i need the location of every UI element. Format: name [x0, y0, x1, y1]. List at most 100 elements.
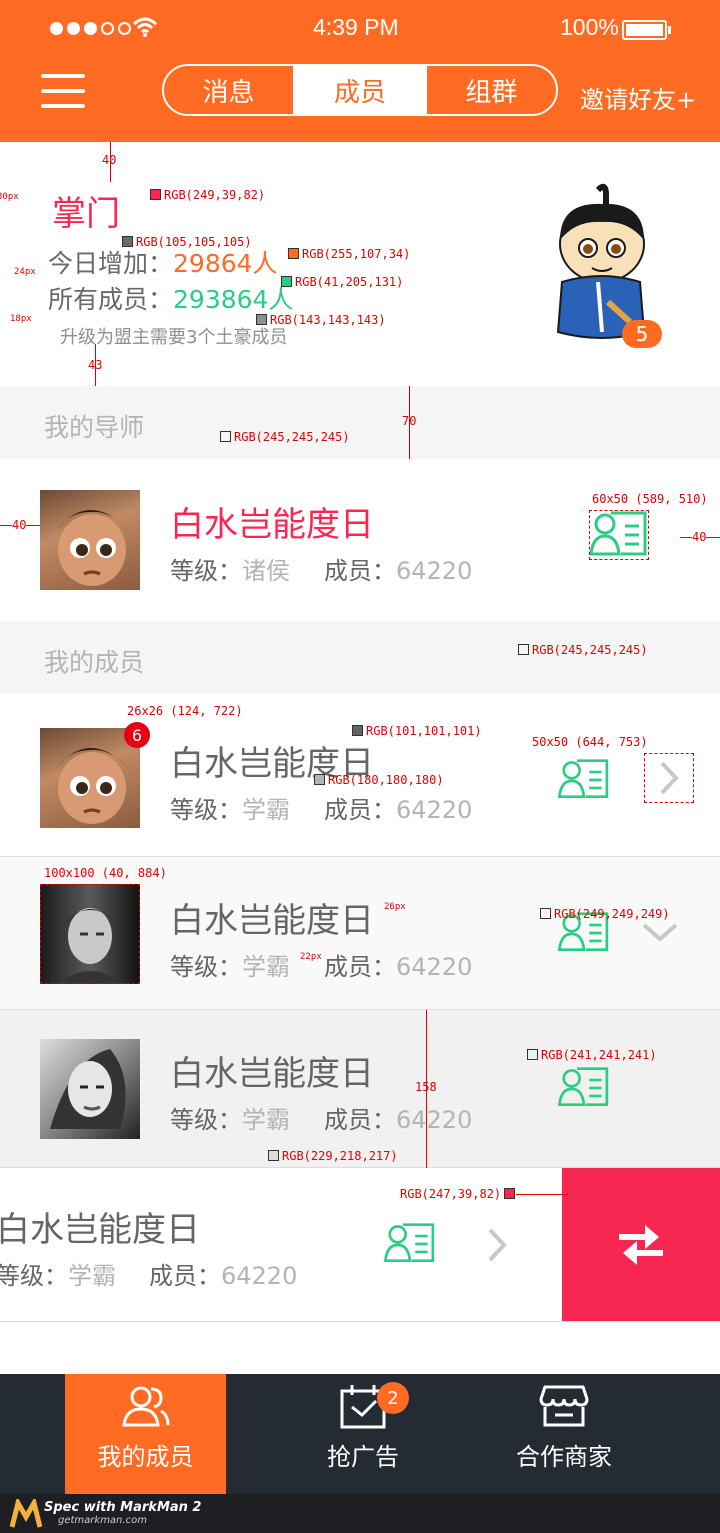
profile-section: 掌门 今日增加：29864人 所有成员：293864人 升级为盟主需要3个土豪成…	[0, 142, 720, 386]
annotation: 18px	[10, 314, 32, 324]
today-value: 29864人	[173, 249, 278, 278]
swap-icon	[619, 1224, 663, 1265]
bottom-tab-bar: 我的成员 抢广告 2 合作商家	[0, 1374, 720, 1494]
member-count-value: 64220	[221, 1262, 298, 1290]
battery-icon	[622, 20, 667, 40]
chevron-down-icon[interactable]	[640, 917, 680, 947]
members-section-title: 我的成员	[44, 648, 145, 677]
mentor-name: 白水岂能度日	[170, 505, 374, 545]
members-icon	[121, 1386, 169, 1427]
mentor-members-label: 成员：	[324, 557, 396, 585]
annotation: 40	[102, 153, 117, 167]
tab-label: 我的成员	[97, 1443, 194, 1471]
annotation: 24px	[14, 267, 36, 277]
member-count-label: 成员：	[324, 953, 396, 981]
annotation: RGB(105,105,105)	[136, 235, 252, 249]
today-label: 今日增加：	[48, 249, 174, 278]
annotation: 70	[402, 414, 417, 428]
annotation: 30px	[0, 192, 19, 202]
segmented-tabs: 消息 成员 组群	[162, 64, 558, 116]
member-level-label: 等级：	[170, 1106, 242, 1134]
role-title: 掌门	[52, 194, 120, 234]
annotation: RGB(41,205,131)	[295, 275, 404, 289]
mentor-members-value: 64220	[396, 557, 473, 585]
tab-ad-grab[interactable]: 抢广告	[283, 1374, 443, 1494]
annotation: 60x50 (589, 510)	[592, 492, 708, 506]
member-card-icon[interactable]	[382, 1222, 438, 1266]
invite-friends-button[interactable]: 邀请好友+	[580, 80, 696, 115]
annotation: 100x100 (40, 884)	[44, 866, 167, 880]
annotation: RGB(249,249,249)	[554, 907, 670, 921]
tab-members[interactable]: 成员	[293, 66, 425, 114]
member-level-label: 等级：	[0, 1262, 68, 1290]
members-section-header: 我的成员	[0, 621, 720, 694]
tab-my-members[interactable]: 我的成员	[65, 1374, 226, 1494]
member-level-value: 学霸	[242, 953, 290, 981]
battery-percent: 100%	[560, 14, 619, 40]
member-count-value: 64220	[396, 796, 473, 824]
annotation: 26px	[384, 902, 406, 912]
annotation: RGB(245,245,245)	[234, 430, 350, 444]
member-name: 白水岂能度日	[170, 901, 374, 941]
markman-footer: Spec with MarkMan 2 getmarkman.com	[0, 1494, 720, 1533]
markman-logo-icon	[10, 1499, 42, 1528]
member-level-value: 学霸	[68, 1262, 116, 1290]
annotation: 50x50 (644, 753)	[532, 735, 648, 749]
member-count-value: 64220	[396, 1106, 473, 1134]
member-card-icon[interactable]	[556, 1066, 612, 1110]
mentor-section-title: 我的导师	[44, 413, 145, 442]
annotation: RGB(101,101,101)	[366, 724, 482, 738]
tab-messages[interactable]: 消息	[164, 66, 293, 114]
ad-count-badge: 2	[377, 1382, 409, 1414]
annotation: RGB(255,107,34)	[302, 247, 411, 261]
member-avatar	[40, 728, 140, 828]
annotation: RGB(245,245,245)	[532, 643, 648, 657]
annotation: 26x26 (124, 722)	[127, 704, 243, 718]
chevron-right-icon[interactable]	[472, 1220, 522, 1270]
member-avatar	[40, 1039, 140, 1139]
annotation: 40	[692, 530, 707, 544]
mentor-avatar	[40, 490, 140, 590]
tab-groups[interactable]: 组群	[424, 66, 556, 114]
tab-partners[interactable]: 合作商家	[484, 1374, 644, 1494]
member-card-icon[interactable]	[556, 758, 612, 802]
member-count-label: 成员：	[324, 1106, 396, 1134]
annotation: RGB(229,218,217)	[282, 1149, 398, 1163]
menu-icon[interactable]	[41, 74, 85, 108]
member-level-value: 学霸	[242, 1106, 290, 1134]
unread-badge: 6	[124, 722, 150, 748]
top-header: 4:39 PM 100% 消息 成员 组群 邀请好友+	[0, 0, 720, 142]
member-name: 白水岂能度日	[170, 1054, 374, 1094]
annotation: 40	[12, 518, 27, 532]
total-value: 293864人	[173, 285, 294, 314]
tab-label: 合作商家	[516, 1443, 612, 1471]
swap-action-button[interactable]	[562, 1168, 720, 1321]
member-level-value: 学霸	[242, 796, 290, 824]
annotation: RGB(249,39,82)	[164, 188, 266, 202]
member-level-label: 等级：	[170, 796, 242, 824]
member-row[interactable]: 白水岂能度日 等级：学霸 成员：64220	[0, 1010, 720, 1168]
annotation: 158	[415, 1080, 437, 1094]
total-label: 所有成员：	[48, 285, 174, 314]
signal-strength-icon	[50, 22, 131, 35]
member-name: 白水岂能度日	[0, 1210, 200, 1250]
wifi-icon	[132, 17, 158, 37]
level-badge: 5	[622, 320, 662, 348]
markman-line2: getmarkman.com	[58, 1515, 147, 1526]
markman-line1: Spec with MarkMan 2	[44, 1500, 202, 1515]
member-count-label: 成员：	[324, 796, 396, 824]
mentor-level-value: 诸侯	[242, 557, 290, 585]
status-time: 4:39 PM	[313, 14, 399, 40]
mentor-level-label: 等级：	[170, 557, 242, 585]
member-count-label: 成员：	[149, 1262, 221, 1290]
annotation: 22px	[300, 952, 322, 962]
member-count-value: 64220	[396, 953, 473, 981]
store-icon	[539, 1385, 589, 1427]
annotation: RGB(247,39,82)	[400, 1187, 502, 1201]
member-level-label: 等级：	[170, 953, 242, 981]
tab-label: 抢广告	[327, 1443, 399, 1471]
mentor-section-header: 我的导师	[0, 386, 720, 459]
annotation: RGB(143,143,143)	[270, 313, 386, 327]
annotation: RGB(241,241,241)	[541, 1048, 657, 1062]
member-row-swiped[interactable]: 白水岂能度日 等级：学霸 成员：64220	[0, 1168, 720, 1322]
